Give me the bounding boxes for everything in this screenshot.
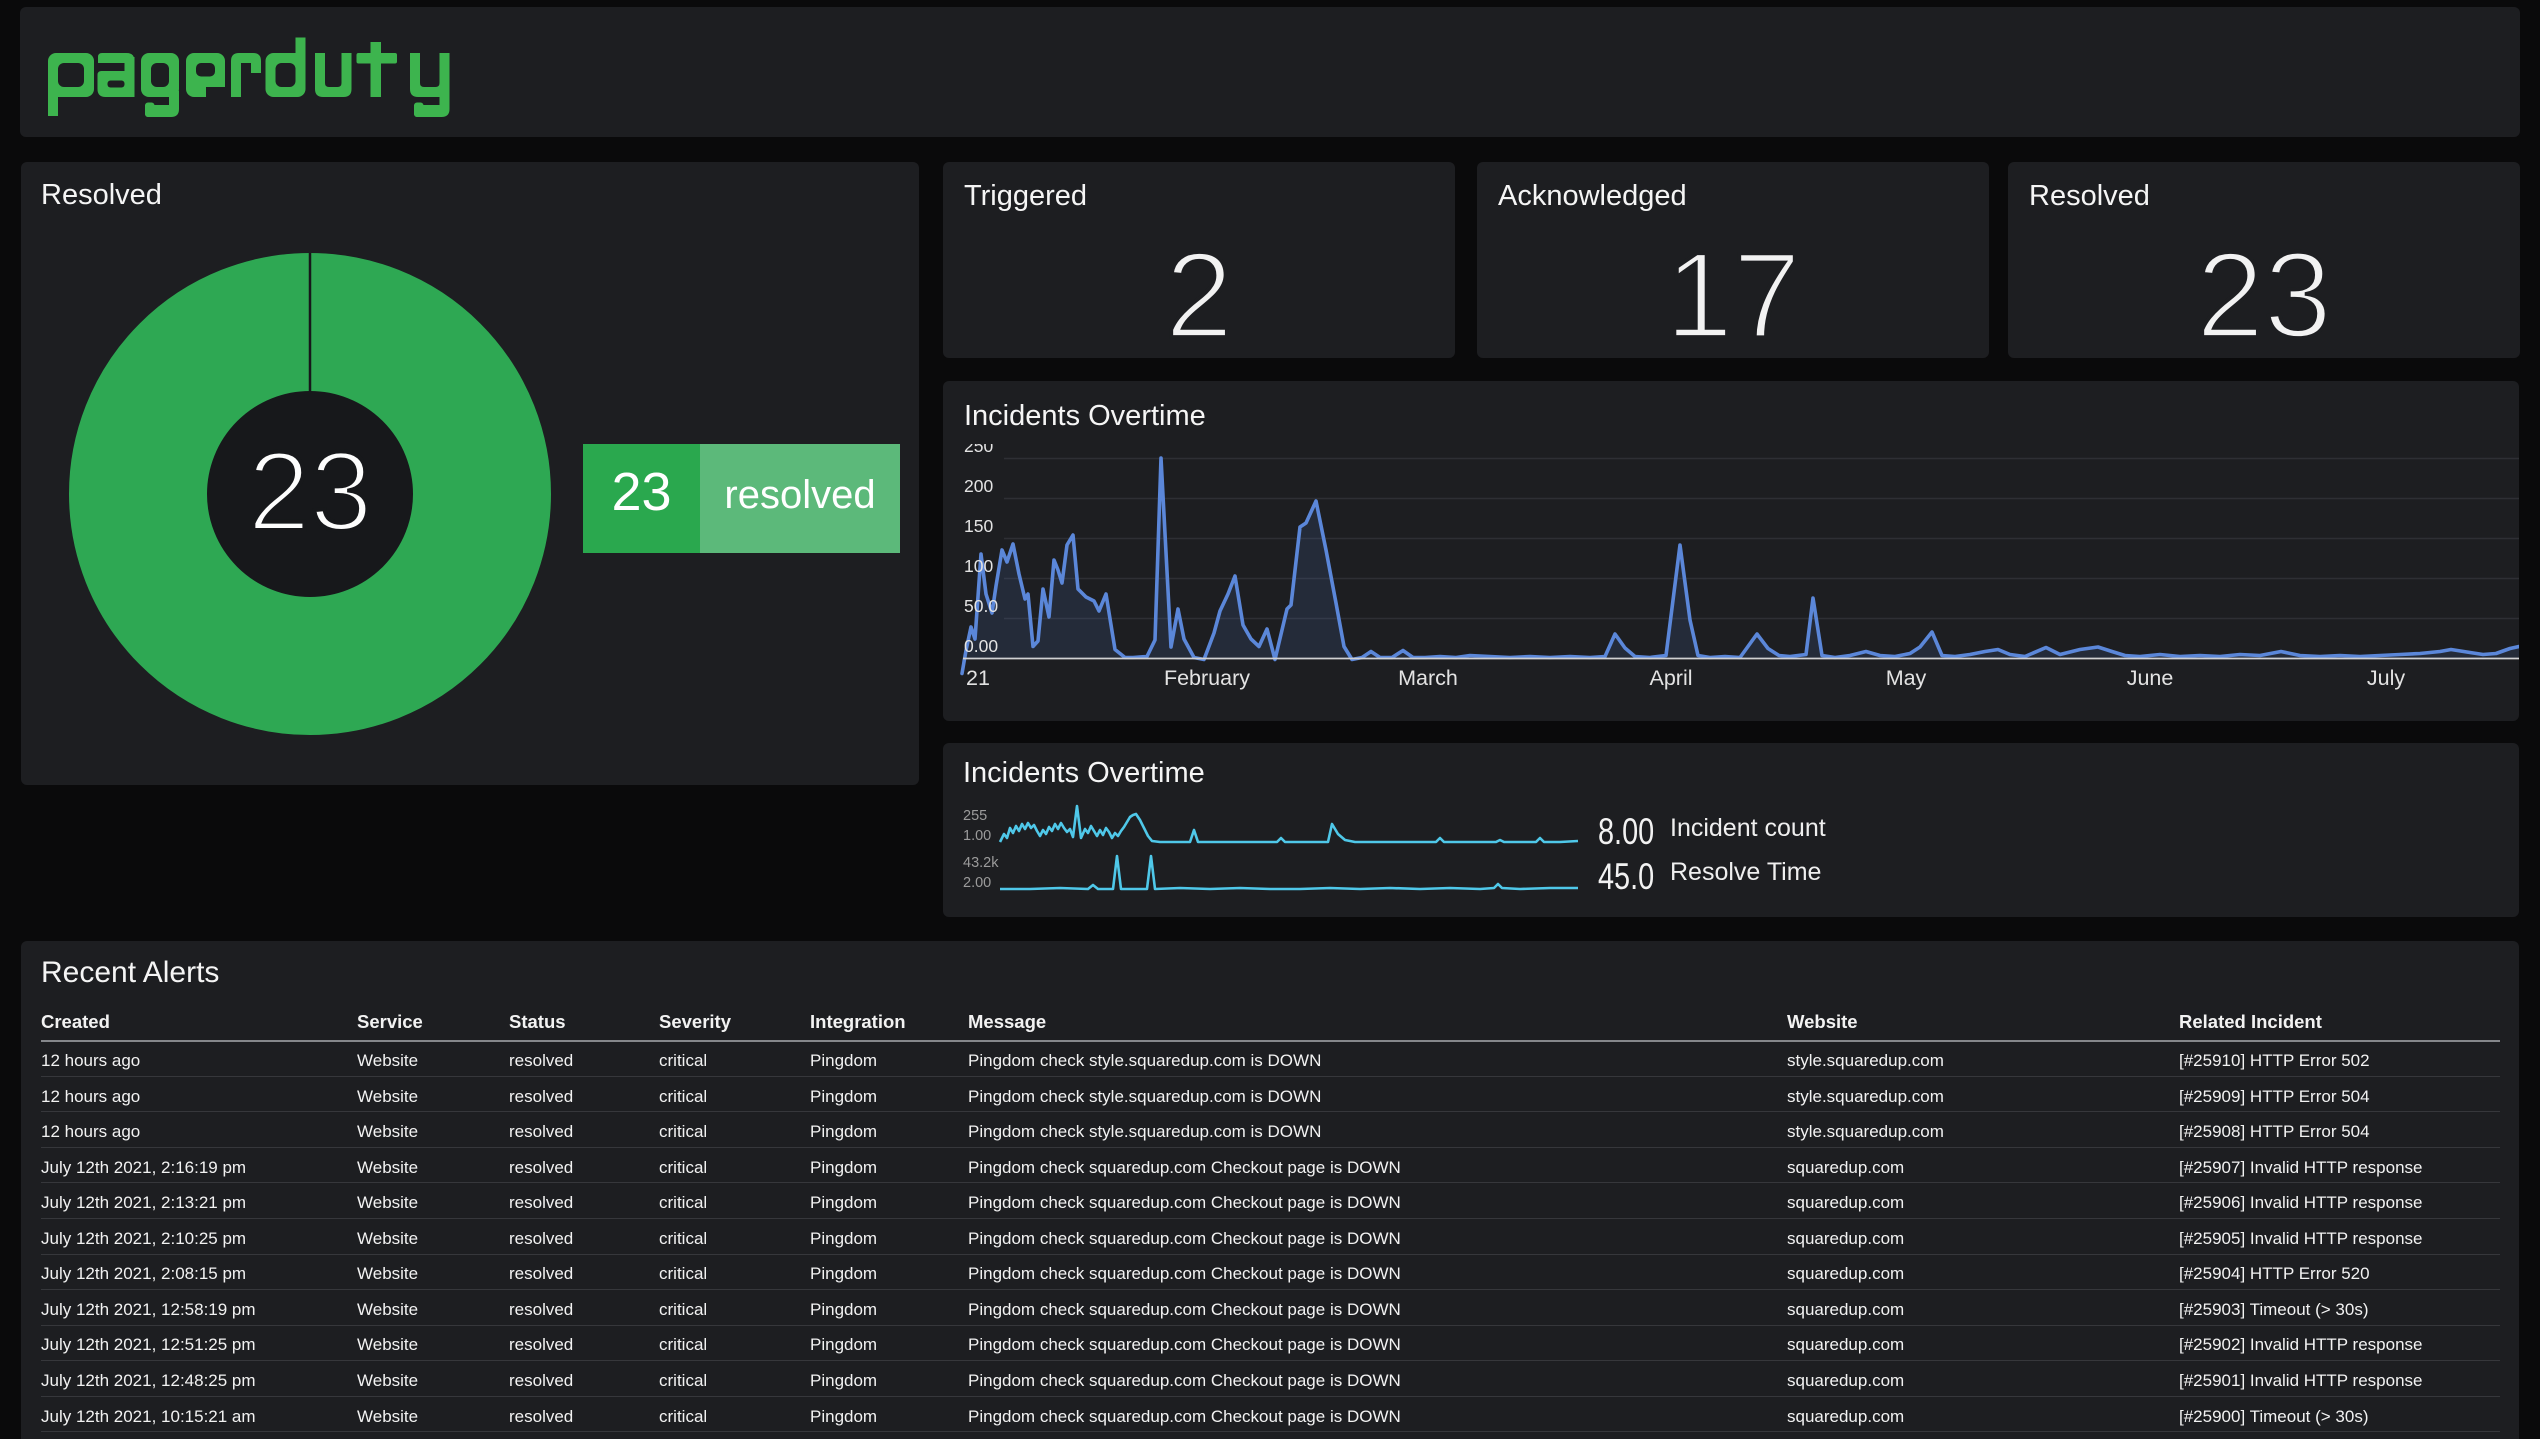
svg-text:21: 21 (966, 666, 990, 690)
svg-text:250: 250 (964, 444, 993, 456)
svg-text:200: 200 (964, 476, 993, 496)
svg-text:February: February (1164, 666, 1250, 690)
svg-text:April: April (1649, 666, 1692, 690)
svg-text:100: 100 (964, 556, 993, 576)
svg-text:0.00: 0.00 (964, 636, 998, 656)
svg-text:March: March (1398, 666, 1458, 690)
svg-text:June: June (2127, 666, 2174, 690)
svg-text:50.0: 50.0 (964, 596, 998, 616)
svg-text:May: May (1886, 666, 1927, 690)
svg-text:July: July (2367, 666, 2405, 690)
svg-text:150: 150 (964, 516, 993, 536)
